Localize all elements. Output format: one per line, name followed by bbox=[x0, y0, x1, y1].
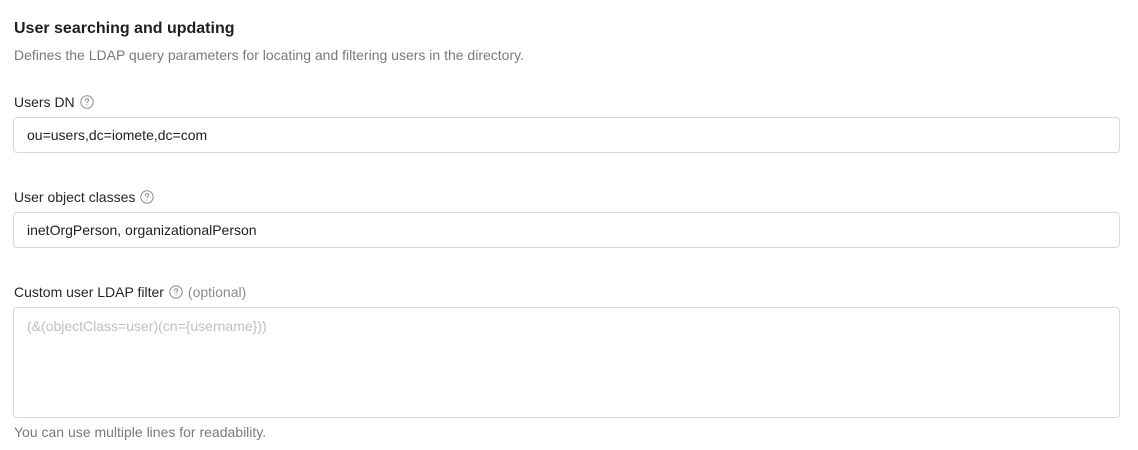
custom-filter-textarea[interactable] bbox=[13, 307, 1120, 418]
user-object-classes-label: User object classes bbox=[14, 189, 136, 205]
help-icon[interactable] bbox=[79, 95, 94, 109]
custom-filter-hint: You can use multiple lines for readabili… bbox=[14, 424, 267, 440]
optional-tag: (optional) bbox=[187, 284, 247, 300]
user-object-classes-label-row: User object classes bbox=[14, 188, 155, 206]
section-description: Defines the LDAP query parameters for lo… bbox=[14, 47, 524, 63]
help-icon[interactable] bbox=[169, 285, 183, 299]
users-dn-input[interactable] bbox=[13, 117, 1120, 153]
users-dn-label-row: Users DN bbox=[14, 93, 94, 111]
custom-filter-label: Custom user LDAP filter bbox=[14, 284, 164, 300]
user-object-classes-input[interactable] bbox=[13, 212, 1120, 248]
users-dn-label: Users DN bbox=[14, 94, 75, 110]
help-icon[interactable] bbox=[140, 190, 155, 204]
custom-filter-label-row: Custom user LDAP filter (optional) bbox=[14, 283, 246, 301]
section-title: User searching and updating bbox=[14, 20, 235, 37]
